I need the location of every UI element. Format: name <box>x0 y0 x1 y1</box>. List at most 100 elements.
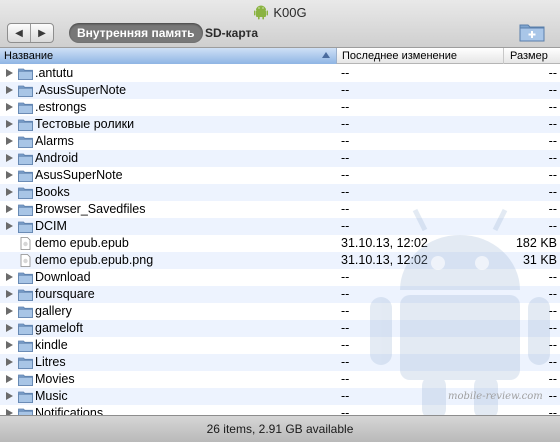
folder-icon <box>18 357 33 369</box>
list-item[interactable]: AsusSuperNote -- -- <box>0 167 560 184</box>
row-name: Android <box>35 151 79 165</box>
list-item[interactable]: Тестовые ролики -- -- <box>0 116 560 133</box>
row-name: foursquare <box>35 287 95 301</box>
list-item[interactable]: Android -- -- <box>0 150 560 167</box>
column-header-modified[interactable]: Последнее изменение <box>338 48 504 64</box>
list-item[interactable]: demo epub.epub 31.10.13, 12:02 182 KB <box>0 235 560 252</box>
tab-sd-card[interactable]: SD-карта <box>203 23 260 43</box>
list-item[interactable]: demo epub.epub.png 31.10.13, 12:02 31 KB <box>0 252 560 269</box>
row-modified: -- <box>341 287 350 301</box>
list-item[interactable]: .antutu -- -- <box>0 65 560 82</box>
row-size: -- <box>548 372 557 386</box>
folder-icon <box>18 391 33 403</box>
row-modified: -- <box>341 100 350 114</box>
folder-icon <box>18 170 33 182</box>
row-modified: -- <box>341 372 350 386</box>
row-name: .AsusSuperNote <box>35 83 127 97</box>
row-modified: 31.10.13, 12:02 <box>341 253 428 267</box>
row-name: AsusSuperNote <box>35 168 123 182</box>
row-name: Books <box>35 185 70 199</box>
file-icon <box>20 237 31 250</box>
disclosure-triangle-icon[interactable] <box>6 188 13 196</box>
status-bar: 26 items, 2.91 GB available <box>0 415 560 442</box>
forward-button[interactable]: ▶ <box>30 24 53 42</box>
list-item[interactable]: foursquare -- -- <box>0 286 560 303</box>
disclosure-triangle-icon[interactable] <box>6 324 13 332</box>
list-item[interactable]: kindle -- -- <box>0 337 560 354</box>
column-header-name[interactable]: Название <box>0 48 337 64</box>
row-modified: 31.10.13, 12:02 <box>341 236 428 250</box>
disclosure-triangle-icon[interactable] <box>6 103 13 111</box>
row-modified: -- <box>341 321 350 335</box>
row-size: -- <box>548 202 557 216</box>
disclosure-triangle-icon[interactable] <box>6 290 13 298</box>
row-modified: -- <box>341 168 350 182</box>
list-item[interactable]: Browser_Savedfiles -- -- <box>0 201 560 218</box>
row-modified: -- <box>341 304 350 318</box>
disclosure-triangle-icon[interactable] <box>6 273 13 281</box>
folder-icon <box>18 374 33 386</box>
row-name: DCIM <box>35 219 67 233</box>
folder-icon <box>18 153 33 165</box>
disclosure-triangle-icon[interactable] <box>6 137 13 145</box>
row-size: -- <box>548 338 557 352</box>
row-size: -- <box>548 219 557 233</box>
disclosure-triangle-icon[interactable] <box>6 171 13 179</box>
disclosure-triangle-icon[interactable] <box>6 69 13 77</box>
disclosure-triangle-icon[interactable] <box>6 222 13 230</box>
list-item[interactable]: Notifications -- -- <box>0 405 560 415</box>
list-item[interactable]: Books -- -- <box>0 184 560 201</box>
new-folder-icon[interactable] <box>518 19 546 43</box>
disclosure-triangle-icon[interactable] <box>6 154 13 162</box>
disclosure-triangle-icon[interactable] <box>6 205 13 213</box>
row-modified: -- <box>341 202 350 216</box>
list-item[interactable]: Movies -- -- <box>0 371 560 388</box>
row-name: .estrongs <box>35 100 87 114</box>
disclosure-triangle-icon[interactable] <box>6 120 13 128</box>
row-size: -- <box>548 287 557 301</box>
disclosure-triangle-icon[interactable] <box>6 341 13 349</box>
back-button[interactable]: ◀ <box>8 24 30 42</box>
row-modified: -- <box>341 389 350 403</box>
row-modified: -- <box>341 270 350 284</box>
column-headers: Название Последнее изменение Размер <box>0 48 560 64</box>
tab-internal-storage[interactable]: Внутренняя память <box>69 23 203 43</box>
row-name: Тестовые ролики <box>35 117 135 131</box>
folder-icon <box>18 85 33 97</box>
list-item[interactable]: gameloft -- -- <box>0 320 560 337</box>
disclosure-triangle-icon[interactable] <box>6 358 13 366</box>
row-modified: -- <box>341 151 350 165</box>
row-modified: -- <box>341 83 350 97</box>
list-item[interactable]: Alarms -- -- <box>0 133 560 150</box>
row-name: Alarms <box>35 134 74 148</box>
row-size: -- <box>548 185 557 199</box>
list-item[interactable]: .AsusSuperNote -- -- <box>0 82 560 99</box>
disclosure-triangle-icon[interactable] <box>6 375 13 383</box>
row-size: -- <box>548 134 557 148</box>
row-size: 182 KB <box>515 236 557 250</box>
status-text: 26 items, 2.91 GB available <box>206 422 354 436</box>
disclosure-triangle-icon[interactable] <box>6 86 13 94</box>
column-header-name-label: Название <box>4 50 54 62</box>
row-name: .antutu <box>35 66 74 80</box>
row-modified: -- <box>341 406 350 415</box>
disclosure-triangle-icon[interactable] <box>6 392 13 400</box>
folder-icon <box>18 306 33 318</box>
list-item[interactable]: DCIM -- -- <box>0 218 560 235</box>
row-modified: -- <box>341 185 350 199</box>
folder-icon <box>18 204 33 216</box>
folder-icon <box>18 136 33 148</box>
folder-icon <box>18 408 33 415</box>
list-item[interactable]: .estrongs -- -- <box>0 99 560 116</box>
list-item[interactable]: gallery -- -- <box>0 303 560 320</box>
list-item[interactable]: Litres -- -- <box>0 354 560 371</box>
folder-icon <box>18 340 33 352</box>
disclosure-triangle-icon[interactable] <box>6 307 13 315</box>
row-size: -- <box>548 270 557 284</box>
row-modified: -- <box>341 117 350 131</box>
list-item[interactable]: Download -- -- <box>0 269 560 286</box>
folder-icon <box>18 119 33 131</box>
column-header-size[interactable]: Размер <box>505 48 560 64</box>
row-size: -- <box>548 406 557 415</box>
navigation-buttons: ◀ ▶ <box>7 23 54 43</box>
